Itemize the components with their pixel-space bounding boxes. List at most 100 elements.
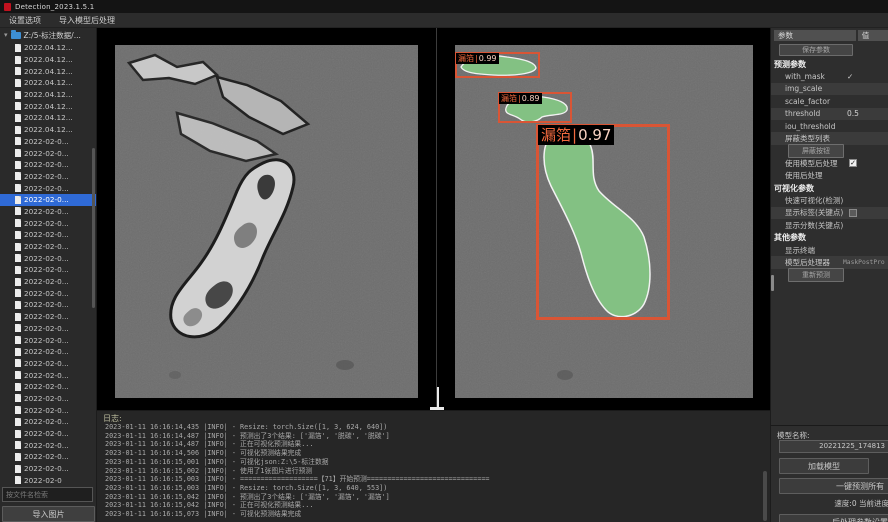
menu-item-settings[interactable]: 设置选项 — [9, 15, 41, 26]
tree-item[interactable]: 2022-02-0... — [0, 369, 97, 381]
raw-image-canvas[interactable] — [115, 45, 418, 398]
file-label: 2022-02-0... — [24, 172, 69, 181]
tree-item[interactable]: 2022.04.12... — [0, 54, 97, 66]
param-row[interactable]: 显示分数(关键点) — [771, 219, 888, 231]
file-label: 2022-02-0... — [24, 347, 69, 356]
tree-item[interactable]: 2022-02-0... — [0, 136, 97, 148]
tree-item[interactable]: 2022-02-0... — [0, 206, 97, 218]
param-label: 可视化参数 — [774, 183, 814, 194]
log-lines[interactable]: 2023-01-11 16:16:14,435 |INFO| - Resize:… — [105, 423, 765, 519]
params-scrollbar[interactable] — [771, 275, 774, 291]
file-icon — [15, 476, 21, 484]
file-search-input[interactable] — [2, 487, 93, 502]
tree-item[interactable]: 2022-02-0... — [0, 358, 97, 370]
param-row[interactable]: 重新预测 — [771, 269, 888, 281]
tree-item[interactable]: 2022.04.12... — [0, 112, 97, 124]
tree-item[interactable]: 2022-02-0... — [0, 147, 97, 159]
file-label: 2022-02-0... — [24, 394, 69, 403]
param-row[interactable]: 模型后处理器 MaskPostPro — [771, 256, 888, 268]
param-checkbox[interactable] — [849, 209, 857, 217]
tree-item[interactable]: 2022-02-0... — [0, 217, 97, 229]
param-row[interactable]: 预测参数 — [771, 58, 888, 70]
tree-item[interactable]: 2022-02-0... — [0, 241, 97, 253]
param-row[interactable]: 其他参数 — [771, 231, 888, 243]
tree-item[interactable]: 2022.04.12... — [0, 124, 97, 136]
tree-item[interactable]: 2022-02-0... — [0, 159, 97, 171]
tree-item[interactable]: 2022-02-0... — [0, 393, 97, 405]
viewer-vertical-scrollbar[interactable] — [437, 387, 439, 407]
param-label: with_mask — [785, 72, 825, 81]
param-row[interactable]: with_mask ✓ — [771, 70, 888, 82]
save-params-button[interactable]: 保存参数 — [779, 44, 853, 56]
tree-item[interactable]: 2022-02-0 — [0, 474, 97, 486]
model-name-field[interactable]: 20221225_174813 — [779, 440, 888, 453]
tree-item[interactable]: 2022-02-0... — [0, 171, 97, 183]
param-row[interactable]: 显示标签(关键点) — [771, 207, 888, 219]
param-row[interactable]: 屏蔽类型列表 — [771, 132, 888, 144]
tree-root[interactable]: ▾ Z:/5-标注数据/... — [0, 29, 97, 41]
tree-item[interactable]: 2022-02-0... — [0, 428, 97, 440]
menu-item-import-postprocess[interactable]: 导入模型后处理 — [59, 15, 115, 26]
param-row[interactable]: 显示终端 — [771, 244, 888, 256]
param-label: 屏蔽按钮 — [788, 144, 844, 158]
param-row[interactable]: iou_threshold — [771, 120, 888, 132]
tree-item[interactable]: 2022.04.12... — [0, 77, 97, 89]
tree-item[interactable]: 2022-02-0... — [0, 439, 97, 451]
param-label: 快速可视化(检测) — [785, 195, 843, 206]
chevron-down-icon[interactable]: ▾ — [4, 31, 8, 39]
param-row[interactable]: 屏蔽按钮 — [771, 145, 888, 157]
tree-item[interactable]: 2022-02-0... — [0, 276, 97, 288]
file-icon — [15, 406, 21, 414]
load-model-button[interactable]: 加载模型 — [779, 458, 869, 474]
param-row[interactable]: threshold 0.5 — [771, 108, 888, 120]
predict-all-button[interactable]: 一键预测所有 — [779, 478, 888, 494]
file-label: 2022-02-0... — [24, 242, 69, 251]
tree-item[interactable]: 2022-02-0... — [0, 346, 97, 358]
file-icon — [15, 196, 21, 204]
tree-item[interactable]: 2022.04.12... — [0, 89, 97, 101]
tree-item[interactable]: 2022-02-0... — [0, 194, 97, 206]
tree-item[interactable]: 2022-02-0... — [0, 381, 97, 393]
menu-bar: 设置选项 导入模型后处理 — [0, 13, 888, 28]
file-tree-panel: ▾ Z:/5-标注数据/... 2022.04.12... 2022.04.12… — [0, 28, 97, 522]
param-label: 使用后处理 — [785, 170, 823, 181]
file-icon — [15, 465, 21, 473]
param-row[interactable]: 快速可视化(检测) — [771, 194, 888, 206]
tree-item[interactable]: 2022-02-0... — [0, 334, 97, 346]
param-row[interactable]: img_scale — [771, 83, 888, 95]
param-label: 模型后处理器 — [785, 257, 830, 268]
tree-item[interactable]: 2022-02-0... — [0, 299, 97, 311]
tree-item[interactable]: 2022-02-0... — [0, 182, 97, 194]
tree-item[interactable]: 2022-02-0... — [0, 252, 97, 264]
tree-item[interactable]: 2022-02-0... — [0, 264, 97, 276]
file-label: 2022-02-0... — [24, 184, 69, 193]
tree-item[interactable]: 2022-02-0... — [0, 404, 97, 416]
params-column-name: 参数 — [774, 30, 856, 41]
param-row[interactable]: 使用后处理 — [771, 170, 888, 182]
tree-scrollbar[interactable] — [92, 148, 95, 308]
param-row[interactable]: 使用模型后处理 — [771, 157, 888, 169]
import-images-button[interactable]: 导入图片 — [2, 506, 95, 522]
param-row[interactable]: scale_factor — [771, 95, 888, 107]
param-label: iou_threshold — [785, 122, 836, 131]
file-icon — [15, 301, 21, 309]
tree-item[interactable]: 2022.04.12... — [0, 100, 97, 112]
tree-item[interactable]: 2022-02-0... — [0, 287, 97, 299]
tree-item[interactable]: 2022-02-0... — [0, 416, 97, 428]
param-row[interactable]: 可视化参数 — [771, 182, 888, 194]
tree-item[interactable]: 2022.04.12... — [0, 65, 97, 77]
tree-item[interactable]: 2022-02-0... — [0, 229, 97, 241]
tree-item[interactable]: 2022-02-0... — [0, 451, 97, 463]
detection-class: 漏箔 — [501, 93, 517, 104]
tree-item[interactable]: 2022-02-0... — [0, 323, 97, 335]
tree-item[interactable]: 2022.04.12... — [0, 42, 97, 54]
detection-label-3: 漏箔|0.97 — [538, 125, 614, 145]
file-icon — [15, 278, 21, 286]
tree-item[interactable]: 2022-02-0... — [0, 311, 97, 323]
log-scrollbar[interactable] — [763, 471, 767, 521]
app-window: Detection_2023.1.5.1 设置选项 导入模型后处理 ▾ Z:/5… — [0, 0, 888, 522]
file-label: 2022.04.12... — [24, 55, 73, 64]
param-checkbox[interactable] — [849, 159, 857, 167]
tree-item[interactable]: 2022-02-0... — [0, 463, 97, 475]
postprocess-settings-button[interactable]: 后处理参数设置 — [779, 514, 888, 522]
